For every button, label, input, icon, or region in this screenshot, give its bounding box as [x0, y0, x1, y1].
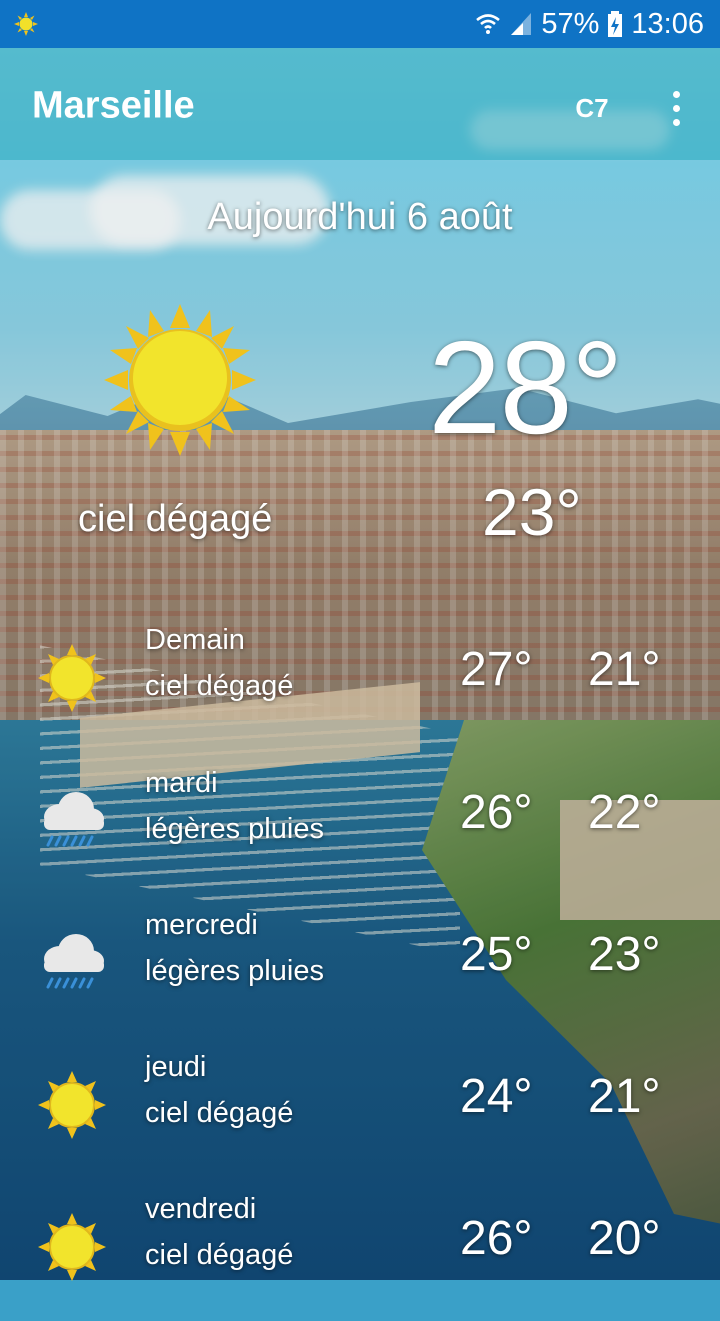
sun-icon — [104, 304, 256, 456]
forecast-day: vendredi — [145, 1193, 257, 1225]
forecast-condition: légères pluies — [145, 955, 324, 987]
today-date: Aujourd'hui 6 août — [207, 196, 513, 238]
forecast-low-temp: 21° — [588, 1070, 661, 1123]
forecast-row[interactable]: Demain ciel dégagé 27° 21° — [0, 624, 720, 752]
battery-charging-icon — [608, 11, 623, 37]
today-low-temp: 23° — [482, 475, 582, 549]
forecast-day: mardi — [145, 767, 218, 799]
forecast-low-temp: 22° — [588, 786, 661, 839]
forecast-high-temp: 25° — [460, 928, 533, 981]
forecast-condition: ciel dégagé — [145, 670, 294, 702]
forecast-day: Demain — [145, 624, 245, 656]
overflow-menu-icon[interactable] — [656, 80, 696, 136]
battery-percent: 57% — [541, 7, 600, 40]
forecast-condition: ciel dégagé — [145, 1097, 294, 1129]
forecast-high-temp: 26° — [460, 1212, 533, 1265]
status-bar: 57% 13:06 — [0, 0, 720, 48]
today-condition: ciel dégagé — [78, 498, 273, 540]
city-title[interactable]: Marseille — [32, 85, 195, 128]
forecast-row[interactable]: jeudi ciel dégagé 24° 21° — [0, 1051, 720, 1179]
forecast-low-temp: 20° — [588, 1212, 661, 1265]
unit-toggle-button[interactable]: C7 — [560, 88, 624, 128]
forecast-high-temp: 27° — [460, 643, 533, 696]
forecast-low-temp: 21° — [588, 643, 661, 696]
forecast-condition: légères pluies — [145, 813, 324, 845]
rain-cloud-icon — [44, 792, 104, 847]
forecast-high-temp: 24° — [460, 1070, 533, 1123]
sun-icon — [38, 644, 106, 712]
forecast-row[interactable]: vendredi ciel dégagé 26° 20° — [0, 1193, 720, 1321]
rain-cloud-icon — [44, 934, 104, 989]
forecast-day: jeudi — [145, 1051, 207, 1083]
forecast-row[interactable]: mercredi légères pluies 25° 23° — [0, 909, 720, 1037]
today-high-temp: 28° — [428, 314, 624, 461]
forecast-condition: ciel dégagé — [145, 1239, 294, 1271]
sun-icon — [38, 1071, 106, 1139]
sun-notification-icon — [14, 12, 38, 36]
app-toolbar: Marseille C7 — [0, 48, 720, 160]
forecast-row[interactable]: mardi légères pluies 26° 22° — [0, 767, 720, 895]
forecast-low-temp: 23° — [588, 928, 661, 981]
signal-icon — [511, 13, 532, 35]
forecast-high-temp: 26° — [460, 786, 533, 839]
forecast-day: mercredi — [145, 909, 258, 941]
wifi-icon — [476, 14, 501, 34]
sun-icon — [38, 1213, 106, 1281]
clock: 13:06 — [631, 7, 704, 40]
